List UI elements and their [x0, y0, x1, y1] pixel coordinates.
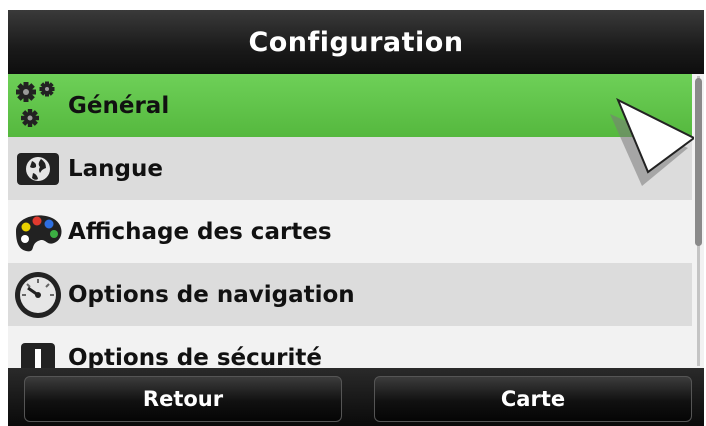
scrollbar-thumb[interactable]	[695, 78, 702, 246]
bottom-toolbar: Retour Carte	[8, 368, 704, 426]
menu-item-label: Options de navigation	[68, 281, 355, 308]
back-button[interactable]: Retour	[24, 376, 342, 422]
menu-item-label: Langue	[68, 155, 163, 182]
settings-list: Général Langue Affichage des cartes Opti…	[8, 74, 704, 368]
warning-icon	[8, 326, 68, 368]
gears-icon	[8, 74, 68, 137]
palette-icon	[8, 200, 68, 263]
gauge-icon	[8, 263, 68, 326]
map-button[interactable]: Carte	[374, 376, 692, 422]
menu-item-general[interactable]: Général	[8, 74, 692, 137]
menu-item-label: Options de sécurité	[68, 344, 322, 369]
menu-item-navigation-options[interactable]: Options de navigation	[8, 263, 692, 326]
menu-item-map-display[interactable]: Affichage des cartes	[8, 200, 692, 263]
globe-icon	[8, 137, 68, 200]
menu-item-label: Général	[68, 92, 170, 119]
menu-item-label: Affichage des cartes	[68, 218, 332, 245]
cursor-arrow-icon	[610, 98, 694, 186]
menu-item-safety-options[interactable]: Options de sécurité	[8, 326, 692, 368]
device-screen: Configuration Général Langue Affichage d…	[8, 10, 704, 426]
page-title: Configuration	[248, 26, 464, 58]
menu-item-language[interactable]: Langue	[8, 137, 692, 200]
title-bar: Configuration	[8, 10, 704, 74]
